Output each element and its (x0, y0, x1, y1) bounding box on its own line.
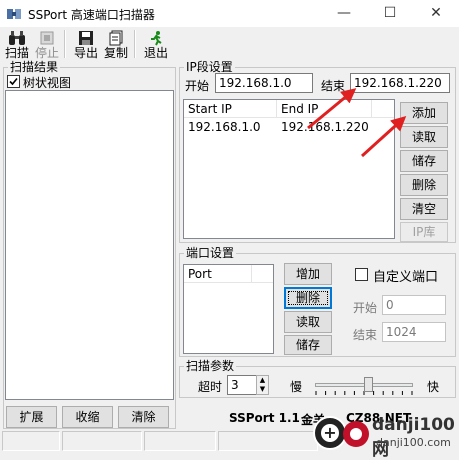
arrow-to-add-button (360, 115, 407, 158)
annotation-arrows (307, 88, 407, 158)
arrow-to-end-ip (307, 88, 357, 130)
